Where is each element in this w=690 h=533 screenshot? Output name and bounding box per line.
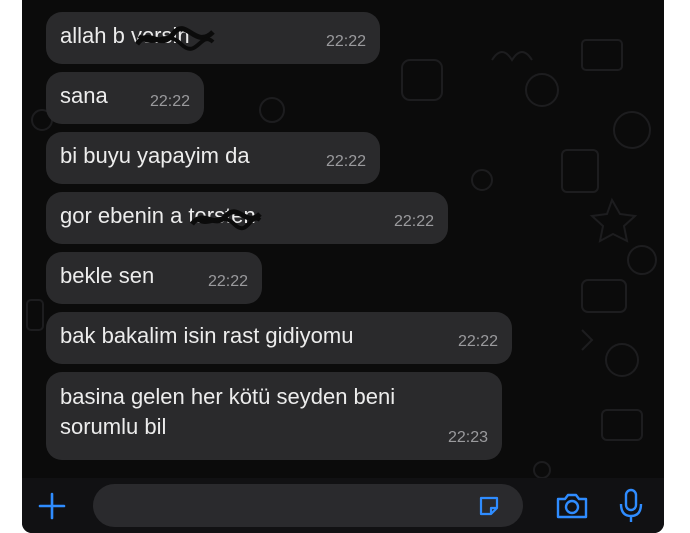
message-bubble[interactable]: sana 22:22	[46, 72, 204, 124]
message-text: basina gelen her kötü seyden beni soruml…	[60, 384, 396, 439]
message-time: 22:22	[457, 333, 498, 350]
camera-icon[interactable]	[552, 488, 592, 524]
message-bubble[interactable]: bekle sen 22:22	[46, 252, 262, 304]
message-input[interactable]	[93, 484, 523, 527]
message-bubble[interactable]: gor ebenin a tersten 22:22	[46, 192, 448, 244]
message-input-bar	[22, 478, 664, 533]
message-time: 22:22	[149, 93, 190, 110]
message-bubble[interactable]: basina gelen her kötü seyden beni soruml…	[46, 372, 502, 460]
message-text: bak bakalim isin rast gidiyomu	[60, 323, 354, 348]
microphone-icon[interactable]	[614, 486, 648, 526]
plus-icon[interactable]	[34, 488, 70, 524]
message-text: allah b versin	[60, 23, 190, 48]
message-bubble[interactable]: bak bakalim isin rast gidiyomu 22:22	[46, 312, 512, 364]
message-time: 22:22	[325, 153, 366, 170]
message-text: bi buyu yapayim da	[60, 143, 250, 168]
message-time: 22:23	[447, 429, 488, 446]
chat-screen: allah b versin 22:22 sana 22:22 bi buyu …	[22, 0, 664, 533]
message-text: gor ebenin a tersten	[60, 203, 256, 228]
message-time: 22:22	[207, 273, 248, 290]
sticker-icon[interactable]	[474, 492, 504, 520]
message-time: 22:22	[325, 33, 366, 50]
message-bubble[interactable]: bi buyu yapayim da 22:22	[46, 132, 380, 184]
message-bubble[interactable]: allah b versin 22:22	[46, 12, 380, 64]
message-time: 22:22	[393, 213, 434, 230]
